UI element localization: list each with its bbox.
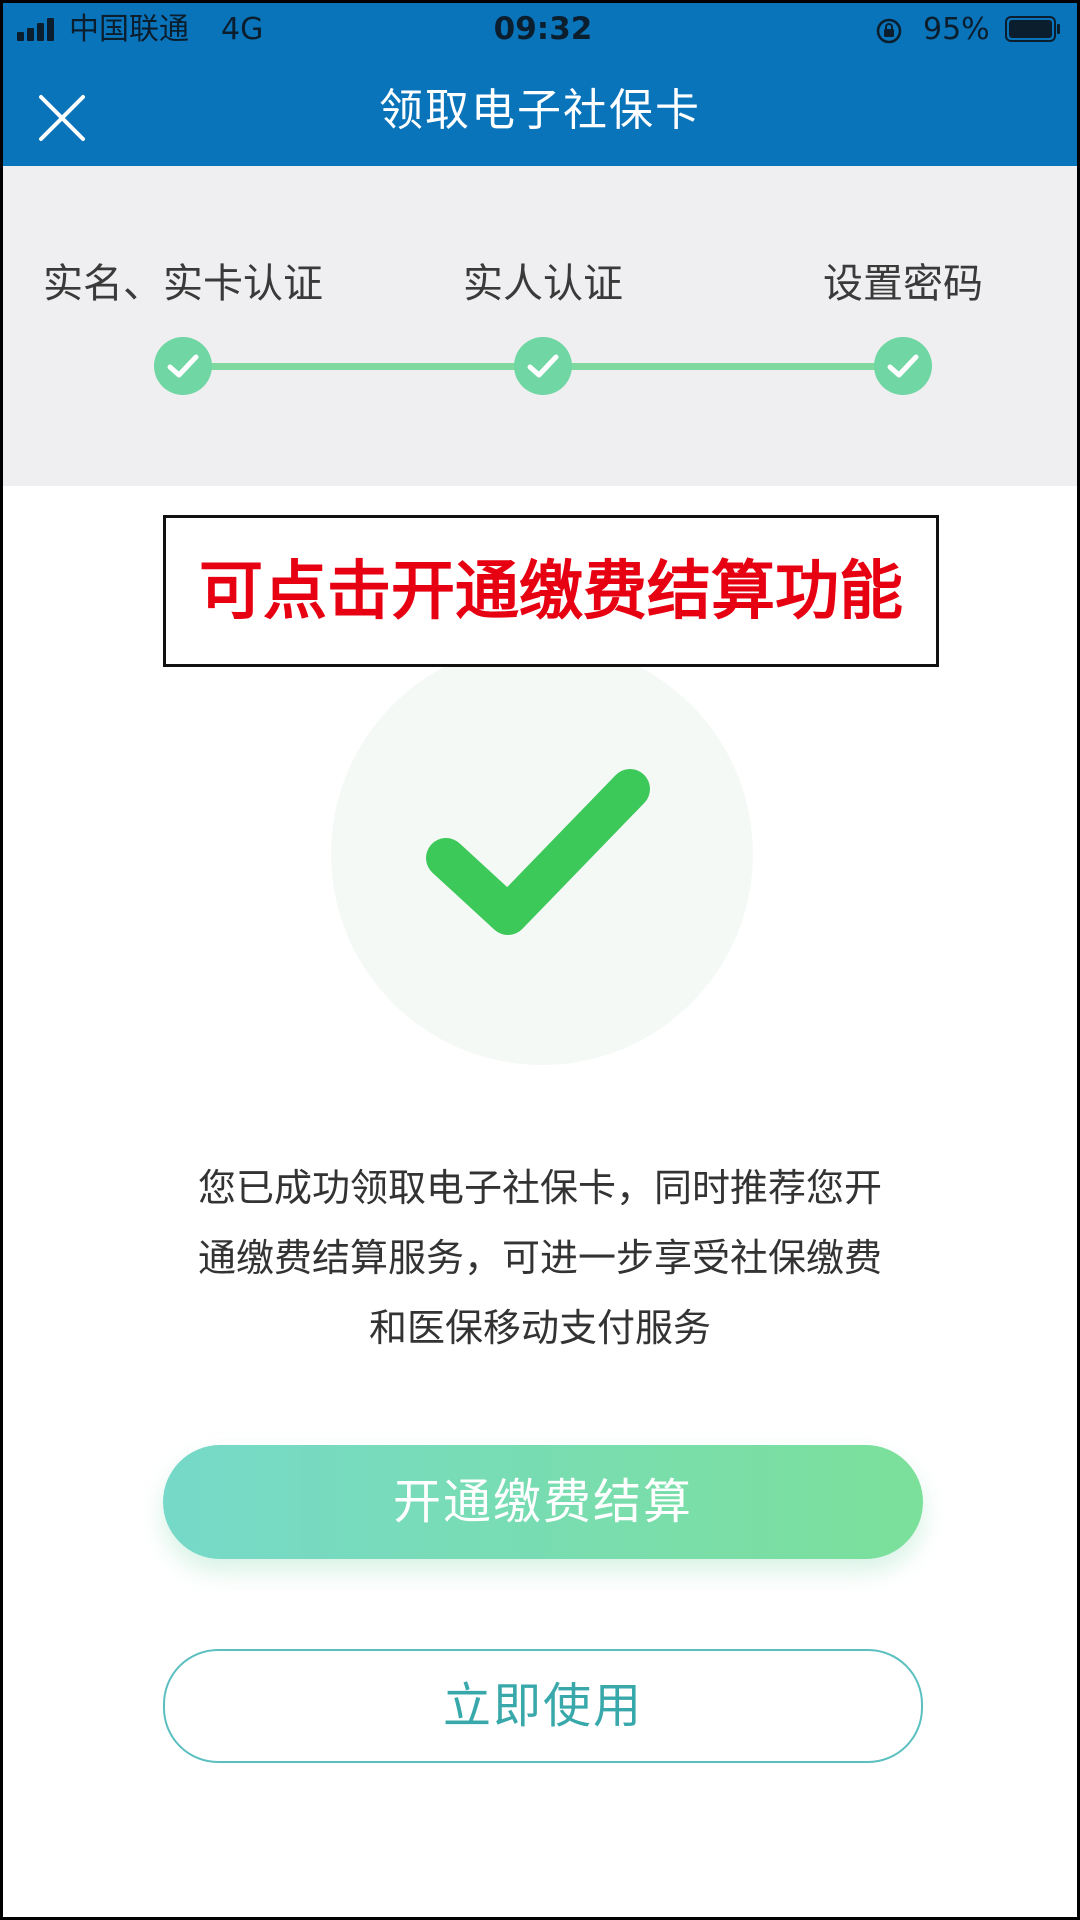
battery-percent: 95% [923, 12, 990, 47]
network-label: 4G [221, 12, 264, 47]
enable-payment-settlement-button[interactable]: 开通缴费结算 [163, 1445, 923, 1559]
nav-header: 领取电子社保卡 [3, 55, 1077, 166]
step-label-1: 实名、实卡认证 [43, 261, 323, 307]
step-label-2: 实人认证 [463, 261, 623, 307]
step-check-icon [874, 337, 932, 395]
top-bar: 中国联通 4G 09:32 95% 领取电子社保卡 [3, 3, 1077, 166]
success-message: 您已成功领取电子社保卡，同时推荐您开 通缴费结算服务，可进一步享受社保缴费 和医… [123, 1153, 957, 1363]
step-connector-2 [543, 363, 903, 370]
step-connector-1 [183, 363, 543, 370]
annotation-text: 可点击开通缴费结算功能 [199, 555, 903, 629]
message-line: 您已成功领取电子社保卡，同时推荐您开 [197, 1166, 882, 1210]
page-title: 领取电子社保卡 [379, 85, 701, 136]
message-line: 和医保移动支付服务 [368, 1306, 711, 1350]
step-label-3: 设置密码 [823, 261, 983, 307]
signal-icon [17, 17, 61, 41]
status-bar: 中国联通 4G 09:32 95% [3, 3, 1077, 55]
carrier-label: 中国联通 [69, 12, 189, 47]
app-frame: 中国联通 4G 09:32 95% 领取电子社保卡 实名、实卡认证 实人认证 设… [0, 0, 1080, 1920]
checkmark-icon [426, 769, 650, 935]
battery-icon [1005, 16, 1060, 42]
use-now-button[interactable]: 立即使用 [163, 1649, 923, 1763]
close-icon[interactable] [37, 93, 87, 143]
message-line: 通缴费结算服务，可进一步享受社保缴费 [197, 1236, 882, 1280]
rotation-lock-icon [876, 18, 902, 44]
step-check-icon [514, 337, 572, 395]
progress-stepper: 实名、实卡认证 实人认证 设置密码 [3, 166, 1077, 486]
annotation-box: 可点击开通缴费结算功能 [163, 515, 939, 667]
success-badge [331, 643, 753, 1065]
step-check-icon [154, 337, 212, 395]
clock: 09:32 [493, 11, 593, 47]
